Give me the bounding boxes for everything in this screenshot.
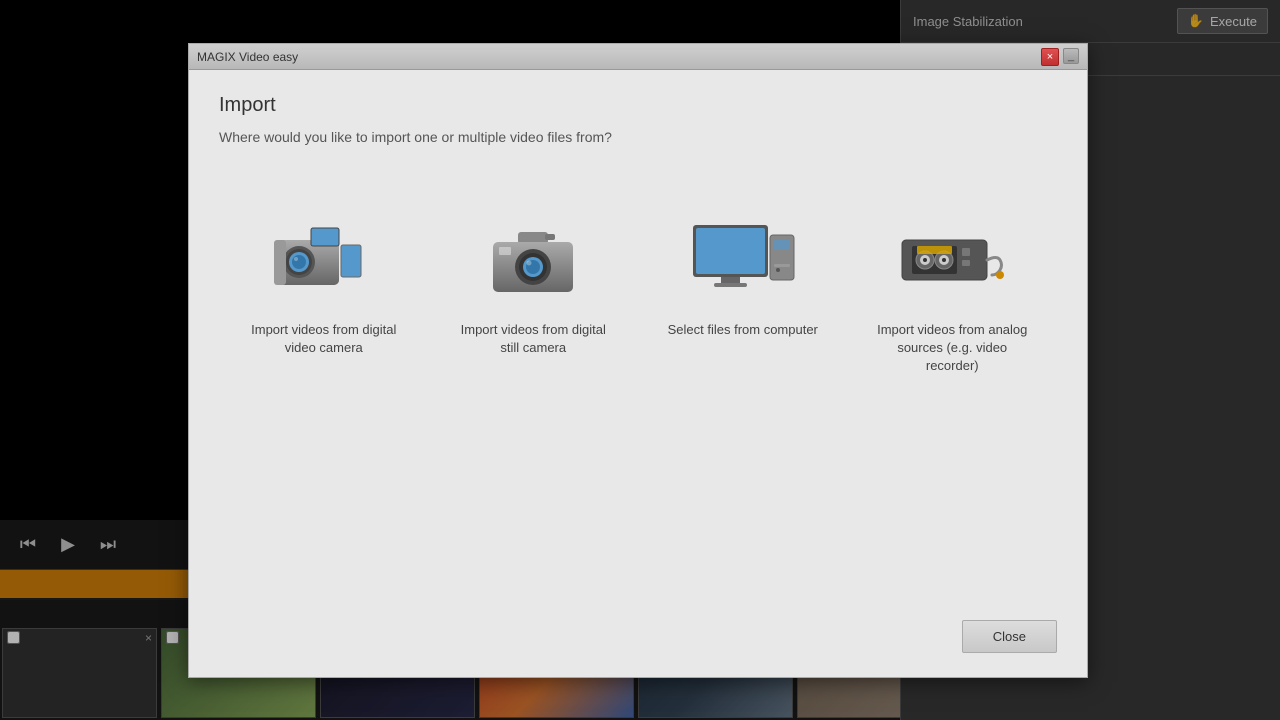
digital-video-camera-icon	[264, 215, 384, 305]
dialog-title: MAGIX Video easy	[197, 50, 298, 64]
import-label-computer: Select files from computer	[668, 321, 818, 339]
titlebar-buttons: × _	[1041, 48, 1079, 66]
import-options: Import videos from digital video camera	[219, 175, 1057, 610]
dialog-titlebar: MAGIX Video easy × _	[189, 44, 1087, 70]
close-button[interactable]: Close	[962, 620, 1057, 653]
import-subtitle: Where would you like to import one or mu…	[219, 129, 1057, 145]
import-title: Import	[219, 94, 1057, 117]
import-label-digital-video: Import videos from digital video camera	[244, 321, 404, 357]
import-option-digital-still[interactable]: Import videos from digital still camera	[443, 205, 623, 367]
import-dialog: MAGIX Video easy × _ Import Where would …	[188, 43, 1088, 678]
import-option-analog[interactable]: Import videos from analog sources (e.g. …	[862, 205, 1042, 386]
digital-still-camera-icon	[473, 215, 593, 305]
dialog-content: Import Where would you like to import on…	[189, 70, 1087, 677]
import-label-analog: Import videos from analog sources (e.g. …	[872, 321, 1032, 376]
dialog-close-button[interactable]: ×	[1041, 48, 1059, 66]
dialog-footer: Close	[219, 610, 1057, 653]
dialog-minimize-button[interactable]: _	[1063, 48, 1079, 64]
import-option-computer[interactable]: Select files from computer	[653, 205, 833, 349]
import-option-digital-video[interactable]: Import videos from digital video camera	[234, 205, 414, 367]
import-label-digital-still: Import videos from digital still camera	[453, 321, 613, 357]
analog-source-icon	[892, 215, 1012, 305]
computer-icon	[683, 215, 803, 305]
